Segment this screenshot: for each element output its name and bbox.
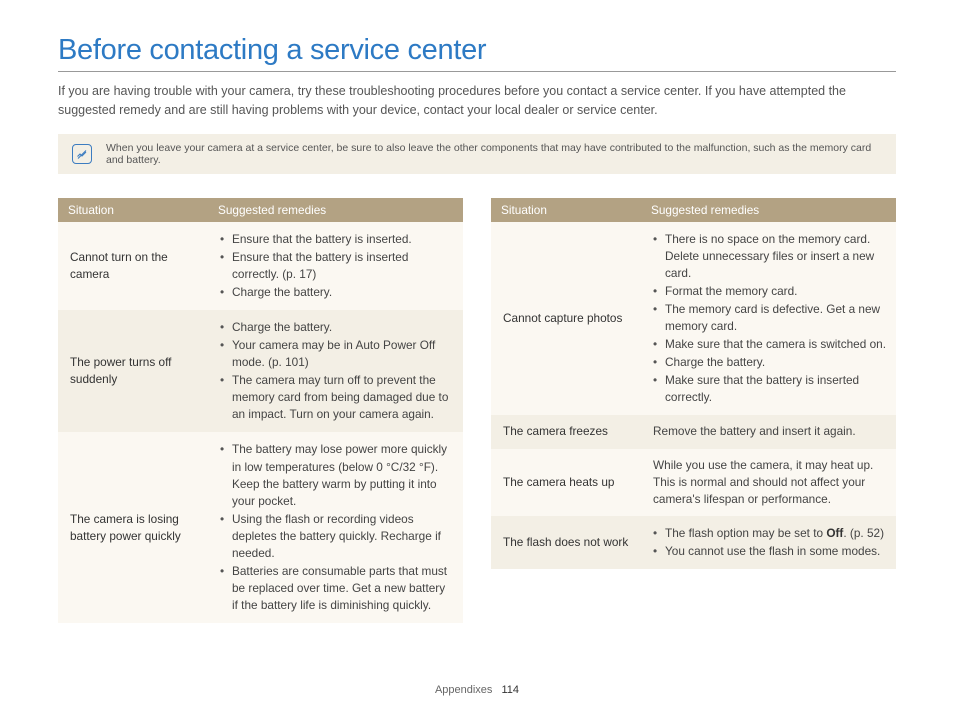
remedy-list: The battery may lose power more quickly … bbox=[220, 441, 453, 614]
situation-cell: The power turns off suddenly bbox=[58, 310, 208, 433]
remedy-list: Charge the battery.Your camera may be in… bbox=[220, 319, 453, 424]
right-column: Situation Suggested remedies Cannot capt… bbox=[491, 198, 896, 624]
remedy-item: Using the flash or recording videos depl… bbox=[220, 511, 453, 562]
note-icon bbox=[72, 144, 92, 164]
remedy-item: Ensure that the battery is inserted corr… bbox=[220, 249, 453, 283]
page-footer: Appendixes 114 bbox=[0, 684, 954, 696]
footer-section: Appendixes bbox=[435, 684, 493, 696]
left-column: Situation Suggested remedies Cannot turn… bbox=[58, 198, 463, 624]
remedy-text: While you use the camera, it may heat up… bbox=[653, 458, 873, 506]
situation-cell: The flash does not work bbox=[491, 516, 641, 569]
remedy-item: You cannot use the flash in some modes. bbox=[653, 543, 886, 560]
situation-cell: Cannot turn on the camera bbox=[58, 222, 208, 310]
trouble-table-right: Situation Suggested remedies Cannot capt… bbox=[491, 198, 896, 570]
table-row: The camera heats upWhile you use the cam… bbox=[491, 449, 896, 516]
remedy-item: The camera may turn off to prevent the m… bbox=[220, 372, 453, 423]
table-row: Cannot turn on the cameraEnsure that the… bbox=[58, 222, 463, 310]
remedy-text: Remove the battery and insert it again. bbox=[653, 424, 856, 438]
situation-cell: The camera is losing battery power quick… bbox=[58, 432, 208, 623]
table-row: The power turns off suddenlyCharge the b… bbox=[58, 310, 463, 433]
col-header-remedies: Suggested remedies bbox=[208, 198, 463, 222]
remedy-item: Format the memory card. bbox=[653, 283, 886, 300]
remedy-item: The memory card is defective. Get a new … bbox=[653, 301, 886, 335]
remedy-item: Batteries are consumable parts that must… bbox=[220, 563, 453, 614]
situation-cell: The camera freezes bbox=[491, 415, 641, 448]
table-row: The camera is losing battery power quick… bbox=[58, 432, 463, 623]
remedy-item: Charge the battery. bbox=[220, 319, 453, 336]
remedy-item: The battery may lose power more quickly … bbox=[220, 441, 453, 509]
table-row: The camera freezes Remove the battery and… bbox=[491, 415, 896, 448]
situation-cell: The camera heats up bbox=[491, 449, 641, 516]
table-row: The flash does not work The flash option … bbox=[491, 516, 896, 569]
remedy-list: There is no space on the memory card. De… bbox=[653, 231, 886, 407]
trouble-table-left: Situation Suggested remedies Cannot turn… bbox=[58, 198, 463, 624]
remedy-list: The flash option may be set to Off. (p. … bbox=[653, 525, 886, 560]
remedy-item: Ensure that the battery is inserted. bbox=[220, 231, 453, 248]
remedy-item: Charge the battery. bbox=[653, 354, 886, 371]
remedy-item: Make sure that the battery is inserted c… bbox=[653, 372, 886, 406]
table-row: Cannot capture photosThere is no space o… bbox=[491, 222, 896, 416]
bold-term: Off bbox=[826, 526, 843, 540]
note-text: When you leave your camera at a service … bbox=[106, 142, 882, 166]
col-header-situation: Situation bbox=[58, 198, 208, 222]
columns: Situation Suggested remedies Cannot turn… bbox=[58, 198, 896, 624]
remedy-list: Ensure that the battery is inserted.Ensu… bbox=[220, 231, 453, 301]
page-title: Before contacting a service center bbox=[58, 34, 896, 72]
remedy-item: Make sure that the camera is switched on… bbox=[653, 336, 886, 353]
situation-cell: Cannot capture photos bbox=[491, 222, 641, 416]
remedy-item: There is no space on the memory card. De… bbox=[653, 231, 886, 282]
remedy-item: Charge the battery. bbox=[220, 284, 453, 301]
note-box: When you leave your camera at a service … bbox=[58, 134, 896, 174]
remedy-item: Your camera may be in Auto Power Off mod… bbox=[220, 337, 453, 371]
col-header-situation: Situation bbox=[491, 198, 641, 222]
intro-text: If you are having trouble with your came… bbox=[58, 82, 896, 120]
col-header-remedies: Suggested remedies bbox=[641, 198, 896, 222]
footer-page: 114 bbox=[502, 684, 520, 696]
remedy-item: The flash option may be set to Off. (p. … bbox=[653, 525, 886, 542]
